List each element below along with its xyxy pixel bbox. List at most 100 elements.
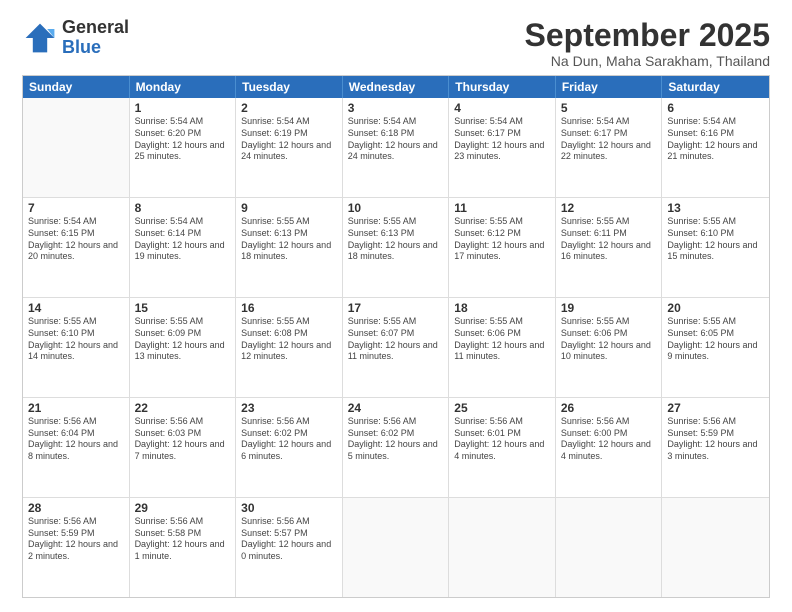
- cal-cell-3-7: 20Sunrise: 5:55 AM Sunset: 6:05 PM Dayli…: [662, 298, 769, 397]
- cal-cell-2-1: 7Sunrise: 5:54 AM Sunset: 6:15 PM Daylig…: [23, 198, 130, 297]
- cell-date-number: 7: [28, 201, 124, 215]
- cell-date-number: 3: [348, 101, 444, 115]
- header-monday: Monday: [130, 76, 237, 98]
- header-friday: Friday: [556, 76, 663, 98]
- cal-cell-3-6: 19Sunrise: 5:55 AM Sunset: 6:06 PM Dayli…: [556, 298, 663, 397]
- cal-cell-4-2: 22Sunrise: 5:56 AM Sunset: 6:03 PM Dayli…: [130, 398, 237, 497]
- calendar-subtitle: Na Dun, Maha Sarakham, Thailand: [525, 53, 770, 69]
- cell-sun-info: Sunrise: 5:56 AM Sunset: 6:01 PM Dayligh…: [454, 416, 550, 463]
- header-sunday: Sunday: [23, 76, 130, 98]
- calendar-row-1: 1Sunrise: 5:54 AM Sunset: 6:20 PM Daylig…: [23, 98, 769, 197]
- logo-blue-text: Blue: [62, 38, 129, 58]
- header-wednesday: Wednesday: [343, 76, 450, 98]
- calendar-row-4: 21Sunrise: 5:56 AM Sunset: 6:04 PM Dayli…: [23, 397, 769, 497]
- cell-sun-info: Sunrise: 5:56 AM Sunset: 6:02 PM Dayligh…: [241, 416, 337, 463]
- cell-date-number: 28: [28, 501, 124, 515]
- cell-date-number: 4: [454, 101, 550, 115]
- cell-date-number: 12: [561, 201, 657, 215]
- cell-date-number: 2: [241, 101, 337, 115]
- calendar: Sunday Monday Tuesday Wednesday Thursday…: [22, 75, 770, 598]
- cal-cell-4-5: 25Sunrise: 5:56 AM Sunset: 6:01 PM Dayli…: [449, 398, 556, 497]
- calendar-body: 1Sunrise: 5:54 AM Sunset: 6:20 PM Daylig…: [23, 98, 769, 597]
- cell-sun-info: Sunrise: 5:55 AM Sunset: 6:10 PM Dayligh…: [28, 316, 124, 363]
- cal-cell-1-7: 6Sunrise: 5:54 AM Sunset: 6:16 PM Daylig…: [662, 98, 769, 197]
- cell-sun-info: Sunrise: 5:54 AM Sunset: 6:17 PM Dayligh…: [561, 116, 657, 163]
- cal-cell-3-2: 15Sunrise: 5:55 AM Sunset: 6:09 PM Dayli…: [130, 298, 237, 397]
- cell-date-number: 8: [135, 201, 231, 215]
- cal-cell-1-4: 3Sunrise: 5:54 AM Sunset: 6:18 PM Daylig…: [343, 98, 450, 197]
- cal-cell-5-3: 30Sunrise: 5:56 AM Sunset: 5:57 PM Dayli…: [236, 498, 343, 597]
- cell-sun-info: Sunrise: 5:54 AM Sunset: 6:16 PM Dayligh…: [667, 116, 764, 163]
- cell-sun-info: Sunrise: 5:55 AM Sunset: 6:07 PM Dayligh…: [348, 316, 444, 363]
- logo: General Blue: [22, 18, 129, 58]
- cell-date-number: 27: [667, 401, 764, 415]
- cell-date-number: 20: [667, 301, 764, 315]
- cal-cell-5-2: 29Sunrise: 5:56 AM Sunset: 5:58 PM Dayli…: [130, 498, 237, 597]
- cal-cell-1-6: 5Sunrise: 5:54 AM Sunset: 6:17 PM Daylig…: [556, 98, 663, 197]
- cal-cell-2-6: 12Sunrise: 5:55 AM Sunset: 6:11 PM Dayli…: [556, 198, 663, 297]
- header: General Blue September 2025 Na Dun, Maha…: [22, 18, 770, 69]
- cal-cell-2-2: 8Sunrise: 5:54 AM Sunset: 6:14 PM Daylig…: [130, 198, 237, 297]
- cell-sun-info: Sunrise: 5:55 AM Sunset: 6:05 PM Dayligh…: [667, 316, 764, 363]
- cal-cell-2-7: 13Sunrise: 5:55 AM Sunset: 6:10 PM Dayli…: [662, 198, 769, 297]
- cell-sun-info: Sunrise: 5:55 AM Sunset: 6:10 PM Dayligh…: [667, 216, 764, 263]
- cal-cell-5-1: 28Sunrise: 5:56 AM Sunset: 5:59 PM Dayli…: [23, 498, 130, 597]
- cell-date-number: 6: [667, 101, 764, 115]
- cell-date-number: 29: [135, 501, 231, 515]
- cal-cell-1-5: 4Sunrise: 5:54 AM Sunset: 6:17 PM Daylig…: [449, 98, 556, 197]
- logo-text: General Blue: [62, 18, 129, 58]
- cal-cell-2-4: 10Sunrise: 5:55 AM Sunset: 6:13 PM Dayli…: [343, 198, 450, 297]
- cell-date-number: 23: [241, 401, 337, 415]
- cal-cell-5-5: [449, 498, 556, 597]
- cell-sun-info: Sunrise: 5:54 AM Sunset: 6:20 PM Dayligh…: [135, 116, 231, 163]
- cal-cell-3-3: 16Sunrise: 5:55 AM Sunset: 6:08 PM Dayli…: [236, 298, 343, 397]
- cell-date-number: 21: [28, 401, 124, 415]
- cell-date-number: 1: [135, 101, 231, 115]
- cal-cell-4-7: 27Sunrise: 5:56 AM Sunset: 5:59 PM Dayli…: [662, 398, 769, 497]
- cell-date-number: 22: [135, 401, 231, 415]
- cal-cell-4-4: 24Sunrise: 5:56 AM Sunset: 6:02 PM Dayli…: [343, 398, 450, 497]
- cal-cell-3-5: 18Sunrise: 5:55 AM Sunset: 6:06 PM Dayli…: [449, 298, 556, 397]
- calendar-row-2: 7Sunrise: 5:54 AM Sunset: 6:15 PM Daylig…: [23, 197, 769, 297]
- cal-cell-5-7: [662, 498, 769, 597]
- cal-cell-2-5: 11Sunrise: 5:55 AM Sunset: 6:12 PM Dayli…: [449, 198, 556, 297]
- cal-cell-5-6: [556, 498, 663, 597]
- cal-cell-1-2: 1Sunrise: 5:54 AM Sunset: 6:20 PM Daylig…: [130, 98, 237, 197]
- cell-sun-info: Sunrise: 5:54 AM Sunset: 6:15 PM Dayligh…: [28, 216, 124, 263]
- cell-date-number: 14: [28, 301, 124, 315]
- cell-sun-info: Sunrise: 5:55 AM Sunset: 6:09 PM Dayligh…: [135, 316, 231, 363]
- calendar-row-3: 14Sunrise: 5:55 AM Sunset: 6:10 PM Dayli…: [23, 297, 769, 397]
- logo-general-text: General: [62, 18, 129, 38]
- cal-cell-4-3: 23Sunrise: 5:56 AM Sunset: 6:02 PM Dayli…: [236, 398, 343, 497]
- cal-cell-4-6: 26Sunrise: 5:56 AM Sunset: 6:00 PM Dayli…: [556, 398, 663, 497]
- cal-cell-1-1: [23, 98, 130, 197]
- cell-sun-info: Sunrise: 5:56 AM Sunset: 5:57 PM Dayligh…: [241, 516, 337, 563]
- cell-sun-info: Sunrise: 5:55 AM Sunset: 6:06 PM Dayligh…: [454, 316, 550, 363]
- cell-sun-info: Sunrise: 5:55 AM Sunset: 6:12 PM Dayligh…: [454, 216, 550, 263]
- cal-cell-5-4: [343, 498, 450, 597]
- header-tuesday: Tuesday: [236, 76, 343, 98]
- cal-cell-2-3: 9Sunrise: 5:55 AM Sunset: 6:13 PM Daylig…: [236, 198, 343, 297]
- title-block: September 2025 Na Dun, Maha Sarakham, Th…: [525, 18, 770, 69]
- cell-date-number: 26: [561, 401, 657, 415]
- cell-date-number: 17: [348, 301, 444, 315]
- cell-sun-info: Sunrise: 5:56 AM Sunset: 5:59 PM Dayligh…: [667, 416, 764, 463]
- cell-sun-info: Sunrise: 5:54 AM Sunset: 6:19 PM Dayligh…: [241, 116, 337, 163]
- cell-sun-info: Sunrise: 5:54 AM Sunset: 6:17 PM Dayligh…: [454, 116, 550, 163]
- cell-sun-info: Sunrise: 5:55 AM Sunset: 6:06 PM Dayligh…: [561, 316, 657, 363]
- cell-sun-info: Sunrise: 5:54 AM Sunset: 6:18 PM Dayligh…: [348, 116, 444, 163]
- cell-sun-info: Sunrise: 5:56 AM Sunset: 6:04 PM Dayligh…: [28, 416, 124, 463]
- cal-cell-4-1: 21Sunrise: 5:56 AM Sunset: 6:04 PM Dayli…: [23, 398, 130, 497]
- cell-date-number: 5: [561, 101, 657, 115]
- page: General Blue September 2025 Na Dun, Maha…: [0, 0, 792, 612]
- cal-cell-3-1: 14Sunrise: 5:55 AM Sunset: 6:10 PM Dayli…: [23, 298, 130, 397]
- cell-sun-info: Sunrise: 5:56 AM Sunset: 6:03 PM Dayligh…: [135, 416, 231, 463]
- cell-date-number: 10: [348, 201, 444, 215]
- header-thursday: Thursday: [449, 76, 556, 98]
- cell-date-number: 16: [241, 301, 337, 315]
- calendar-title: September 2025: [525, 18, 770, 53]
- cell-sun-info: Sunrise: 5:56 AM Sunset: 6:02 PM Dayligh…: [348, 416, 444, 463]
- calendar-header: Sunday Monday Tuesday Wednesday Thursday…: [23, 76, 769, 98]
- cell-sun-info: Sunrise: 5:55 AM Sunset: 6:13 PM Dayligh…: [241, 216, 337, 263]
- header-saturday: Saturday: [662, 76, 769, 98]
